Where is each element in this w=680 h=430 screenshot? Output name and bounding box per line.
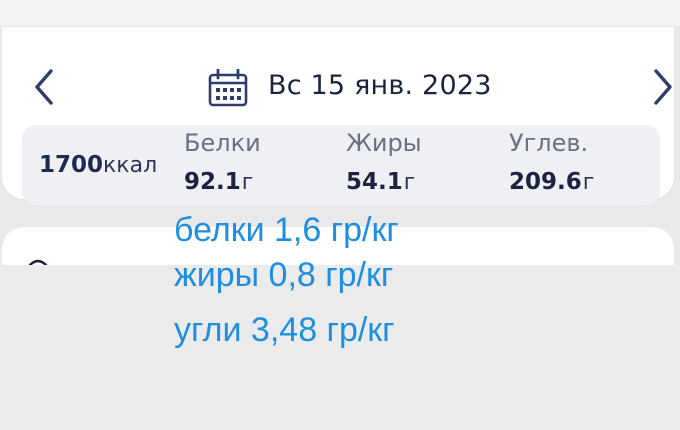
calories-unit: ккал <box>103 153 158 178</box>
macro-label: Углев. <box>509 129 589 157</box>
next-day-button[interactable] <box>649 67 677 107</box>
macro-carbs: Углев. 209.6г <box>509 129 594 195</box>
macro-unit: г <box>582 170 595 195</box>
macro-value: 54.1г <box>346 169 422 195</box>
macro-value: 209.6г <box>509 169 594 195</box>
macro-amount: 209.6 <box>509 169 582 195</box>
macro-value: 92.1г <box>184 169 261 195</box>
calories-value: 1700 <box>39 152 104 178</box>
chevron-right-icon <box>654 69 672 105</box>
calendar-icon[interactable] <box>207 68 249 107</box>
macro-amount: 92.1 <box>184 169 241 195</box>
nutrition-summary: 1700ккал Белки 92.1г Жиры 54.1г Углев. 2… <box>22 125 660 205</box>
day-summary-card: Вс 15 янв. 2023 1700ккал Белки 92.1г Жир… <box>2 27 677 205</box>
macro-unit: г <box>403 170 416 195</box>
macro-unit: г <box>241 170 254 195</box>
current-date[interactable]: Вс 15 янв. 2023 <box>268 70 492 101</box>
macro-protein: Белки 92.1г <box>184 129 261 195</box>
macro-label: Жиры <box>346 129 422 157</box>
calories-total: 1700ккал <box>39 152 157 178</box>
macro-label: Белки <box>184 129 261 157</box>
annotation-protein: белки 1,6 гр/кг <box>174 211 399 249</box>
top-strip <box>0 0 680 26</box>
annotation-carbs: угли 3,48 гр/кг <box>174 311 395 349</box>
annotation-fat: жиры 0,8 гр/кг <box>174 256 394 294</box>
chevron-left-icon <box>35 69 53 105</box>
prev-day-button[interactable] <box>30 67 58 107</box>
macro-amount: 54.1 <box>346 169 403 195</box>
macro-fat: Жиры 54.1г <box>346 129 422 195</box>
